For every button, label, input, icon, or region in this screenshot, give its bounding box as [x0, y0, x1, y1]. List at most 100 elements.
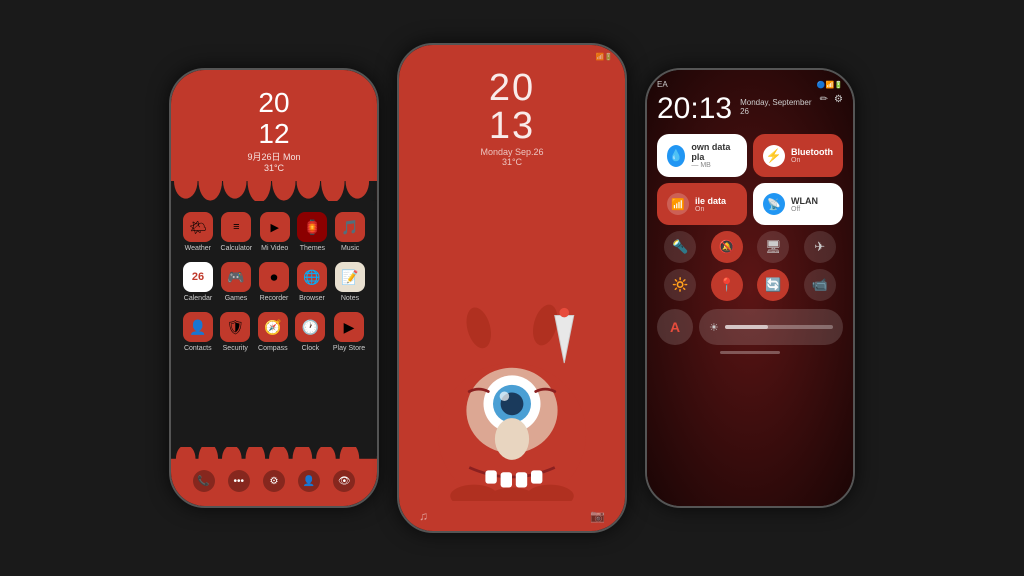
games-label: Games [225, 295, 248, 302]
phone-2-status: 📶🔋 [399, 45, 625, 61]
mi-video-label: Mi Video [261, 245, 288, 252]
sun-icon: ☀ [709, 321, 719, 334]
camera-icon: 📷 [590, 509, 605, 523]
phone-1-dock: 📞 ••• ⚙ 👤 👁 [171, 456, 377, 506]
brightness-fill [725, 325, 768, 329]
clock-icon: 🕐 [295, 312, 325, 342]
brightness-slider[interactable]: ☀ [699, 309, 843, 345]
play-store-icon: ▶ [334, 312, 364, 342]
app-mi-video[interactable]: ▶ Mi Video [260, 212, 290, 252]
monster-illustration [399, 167, 625, 501]
bluetooth-tile[interactable]: ⚡ Bluetooth On [753, 134, 843, 177]
data-icon: 💧 [667, 145, 685, 167]
dnd-button[interactable]: 🔕 [711, 231, 743, 263]
dock-eye-icon[interactable]: 👁 [333, 470, 355, 492]
mobile-data-sublabel: On [695, 206, 726, 213]
teeth-top-decoration [171, 446, 377, 464]
app-contacts[interactable]: 👤 Contacts [183, 312, 213, 352]
contacts-icon: 👤 [183, 312, 213, 342]
compass-label: Compass [258, 345, 288, 352]
notes-icon: 📝 [335, 262, 365, 292]
calendar-icon: 26 [183, 262, 213, 292]
compass-icon: 🧭 [258, 312, 288, 342]
data-tile-text: own data pla — MB [691, 142, 737, 169]
contacts-label: Contacts [184, 345, 212, 352]
phone-3-ea: EA [657, 80, 668, 89]
recorder-icon: ⏺ [259, 262, 289, 292]
bluetooth-tile-text: Bluetooth On [791, 147, 833, 164]
calculator-label: Calculator [221, 245, 253, 252]
security-label: Security [223, 345, 248, 352]
airplane-button[interactable]: ✈ [804, 231, 836, 263]
phone-3-quick-icons: ✏ ⚙ [820, 94, 843, 105]
themes-icon: 🏮 [297, 212, 327, 242]
app-compass[interactable]: 🧭 Compass [258, 312, 288, 352]
app-games[interactable]: 🎮 Games [221, 262, 251, 302]
app-recorder[interactable]: ⏺ Recorder [259, 262, 289, 302]
flashlight-button[interactable]: 🔦 [664, 231, 696, 263]
phone-3: EA 🔵📶🔋 20:13 Monday, September 26 ✏ ⚙ 💧 [645, 68, 855, 508]
phone-3-date-col: Monday, September 26 [740, 94, 811, 116]
phone-2: 📶🔋 20 13 Monday Sep.26 31°C [397, 43, 627, 533]
calendar-label: Calendar [184, 295, 212, 302]
dock-more-icon[interactable]: ••• [228, 470, 250, 492]
themes-label: Themes [300, 245, 325, 252]
edit-icon[interactable]: ✏ [820, 94, 828, 105]
bluetooth-icon: ⚡ [763, 145, 785, 167]
app-weather[interactable]: 🌤 Weather [183, 212, 213, 252]
app-calculator[interactable]: ≡ Calculator [221, 212, 253, 252]
notes-label: Notes [341, 295, 359, 302]
control-grid-2: 📶 ile data On 📡 WLAN Off [657, 183, 843, 225]
recorder-label: Recorder [260, 295, 289, 302]
phone-2-bg: 📶🔋 20 13 Monday Sep.26 31°C [399, 45, 625, 531]
phone-3-bg: EA 🔵📶🔋 20:13 Monday, September 26 ✏ ⚙ 💧 [647, 70, 853, 506]
round-buttons-row-2: 🔆 📍 🔄 📹 [657, 269, 843, 301]
app-play-store[interactable]: ▶ Play Store [333, 312, 365, 352]
app-themes[interactable]: 🏮 Themes [297, 212, 327, 252]
phone-3-status-icons: 🔵📶🔋 [817, 81, 843, 89]
play-store-label: Play Store [333, 345, 365, 352]
dock-user-icon[interactable]: 👤 [298, 470, 320, 492]
app-clock[interactable]: 🕐 Clock [295, 312, 325, 352]
phone-3-screen: EA 🔵📶🔋 20:13 Monday, September 26 ✏ ⚙ 💧 [647, 70, 853, 506]
teeth-decoration [171, 181, 377, 201]
round-buttons-row-1: 🔦 🔕 🖥 ✈ [657, 231, 843, 263]
video-button[interactable]: 📹 [804, 269, 836, 301]
wlan-tile[interactable]: 📡 WLAN Off [753, 183, 843, 225]
wifi-icon: 📡 [763, 193, 785, 215]
phone-1: 2012 9月26日 Mon 31°C [169, 68, 379, 508]
phone-3-date-num: 26 [740, 107, 811, 116]
mobile-data-tile[interactable]: 📶 ile data On [657, 183, 747, 225]
phone-1-screen: 2012 9月26日 Mon 31°C [171, 70, 377, 506]
app-browser[interactable]: 🌐 Browser [297, 262, 327, 302]
data-sublabel: — MB [691, 162, 737, 169]
app-security[interactable]: 🛡 Security [220, 312, 250, 352]
settings-icon[interactable]: ⚙ [834, 94, 843, 105]
brightness-button[interactable]: 🔆 [664, 269, 696, 301]
app-music[interactable]: 🎵 Music [335, 212, 365, 252]
phone-3-time-row: 20:13 Monday, September 26 ✏ ⚙ [657, 94, 843, 124]
data-label: own data pla [691, 142, 737, 162]
phone-1-time: 2012 [258, 88, 289, 150]
browser-icon: 🌐 [297, 262, 327, 292]
dock-phone-icon[interactable]: 📞 [193, 470, 215, 492]
phone-3-date-day: Monday, September [740, 98, 811, 107]
games-icon: 🎮 [221, 262, 251, 292]
app-row-2: 26 Calendar 🎮 Games ⏺ Recorder 🌐 Browser [179, 262, 369, 302]
location-button[interactable]: 📍 [711, 269, 743, 301]
app-notes[interactable]: 📝 Notes [335, 262, 365, 302]
bottom-controls: A ☀ [657, 309, 843, 345]
data-tile[interactable]: 💧 own data pla — MB [657, 134, 747, 177]
wlan-sublabel: Off [791, 206, 818, 213]
phone-2-date: Monday Sep.26 [480, 147, 543, 157]
phone-1-apps: 🌤 Weather ≡ Calculator ▶ Mi Video 🏮 Them… [171, 200, 377, 456]
font-button[interactable]: A [657, 309, 693, 345]
weather-icon: 🌤 [183, 212, 213, 242]
wlan-tile-text: WLAN Off [791, 196, 818, 213]
weather-label: Weather [185, 245, 211, 252]
screen-button[interactable]: 🖥 [757, 231, 789, 263]
app-calendar[interactable]: 26 Calendar [183, 262, 213, 302]
dock-settings-icon[interactable]: ⚙ [263, 470, 285, 492]
monster-svg [417, 301, 607, 501]
rotate-button[interactable]: 🔄 [757, 269, 789, 301]
